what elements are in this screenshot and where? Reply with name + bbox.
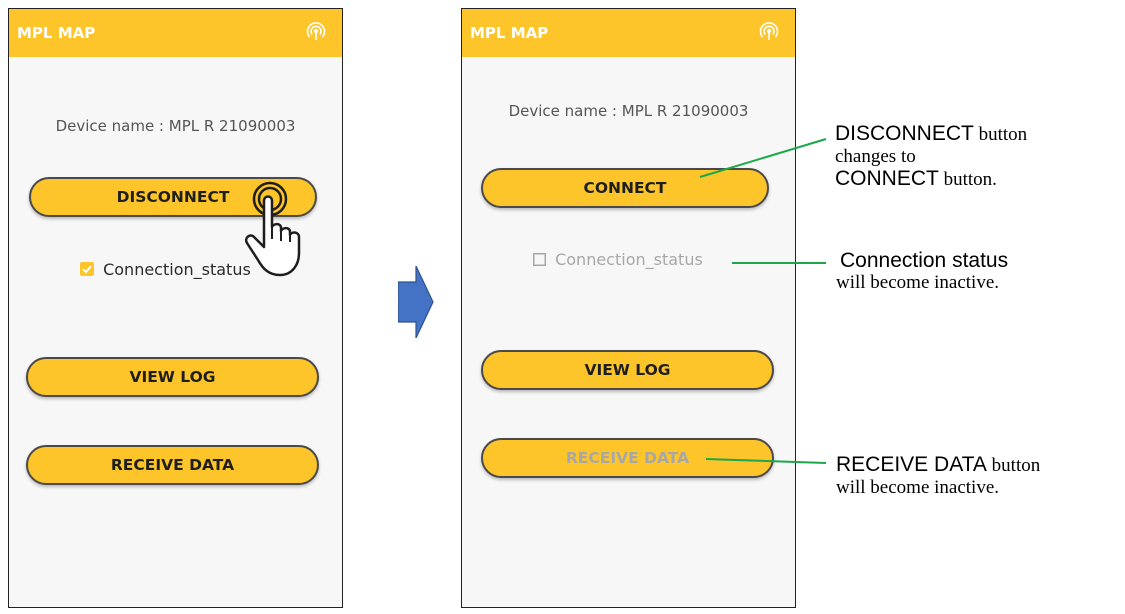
callout-lines [699,138,827,464]
annotation-receive-inactive: RECEIVE DATA button will become inactive… [836,454,1040,499]
annotation-status-title: Connection status [840,249,1009,272]
annotation-receive-title: RECEIVE DATA [836,453,987,476]
callout-line-connect [699,138,827,178]
annotation-receive-button-word: button [986,455,1041,476]
annotation-status-inactive: Connection status will become inactive. [836,250,1008,294]
annotation-disconnect-word: DISCONNECT [835,122,974,145]
annotation-connect-word: CONNECT [835,167,939,190]
callout-line-receive [705,458,827,464]
annotation-status-inactive-text: will become inactive. [836,272,1000,293]
annotation-changes-to: changes to [835,146,916,167]
annotation-connect-change: DISCONNECT button changes to CONNECT but… [835,123,1027,191]
annotation-button-word-2: button. [938,169,997,190]
annotation-receive-inactive-text: will become inactive. [836,477,1000,498]
annotation-button-word: button [973,124,1028,145]
